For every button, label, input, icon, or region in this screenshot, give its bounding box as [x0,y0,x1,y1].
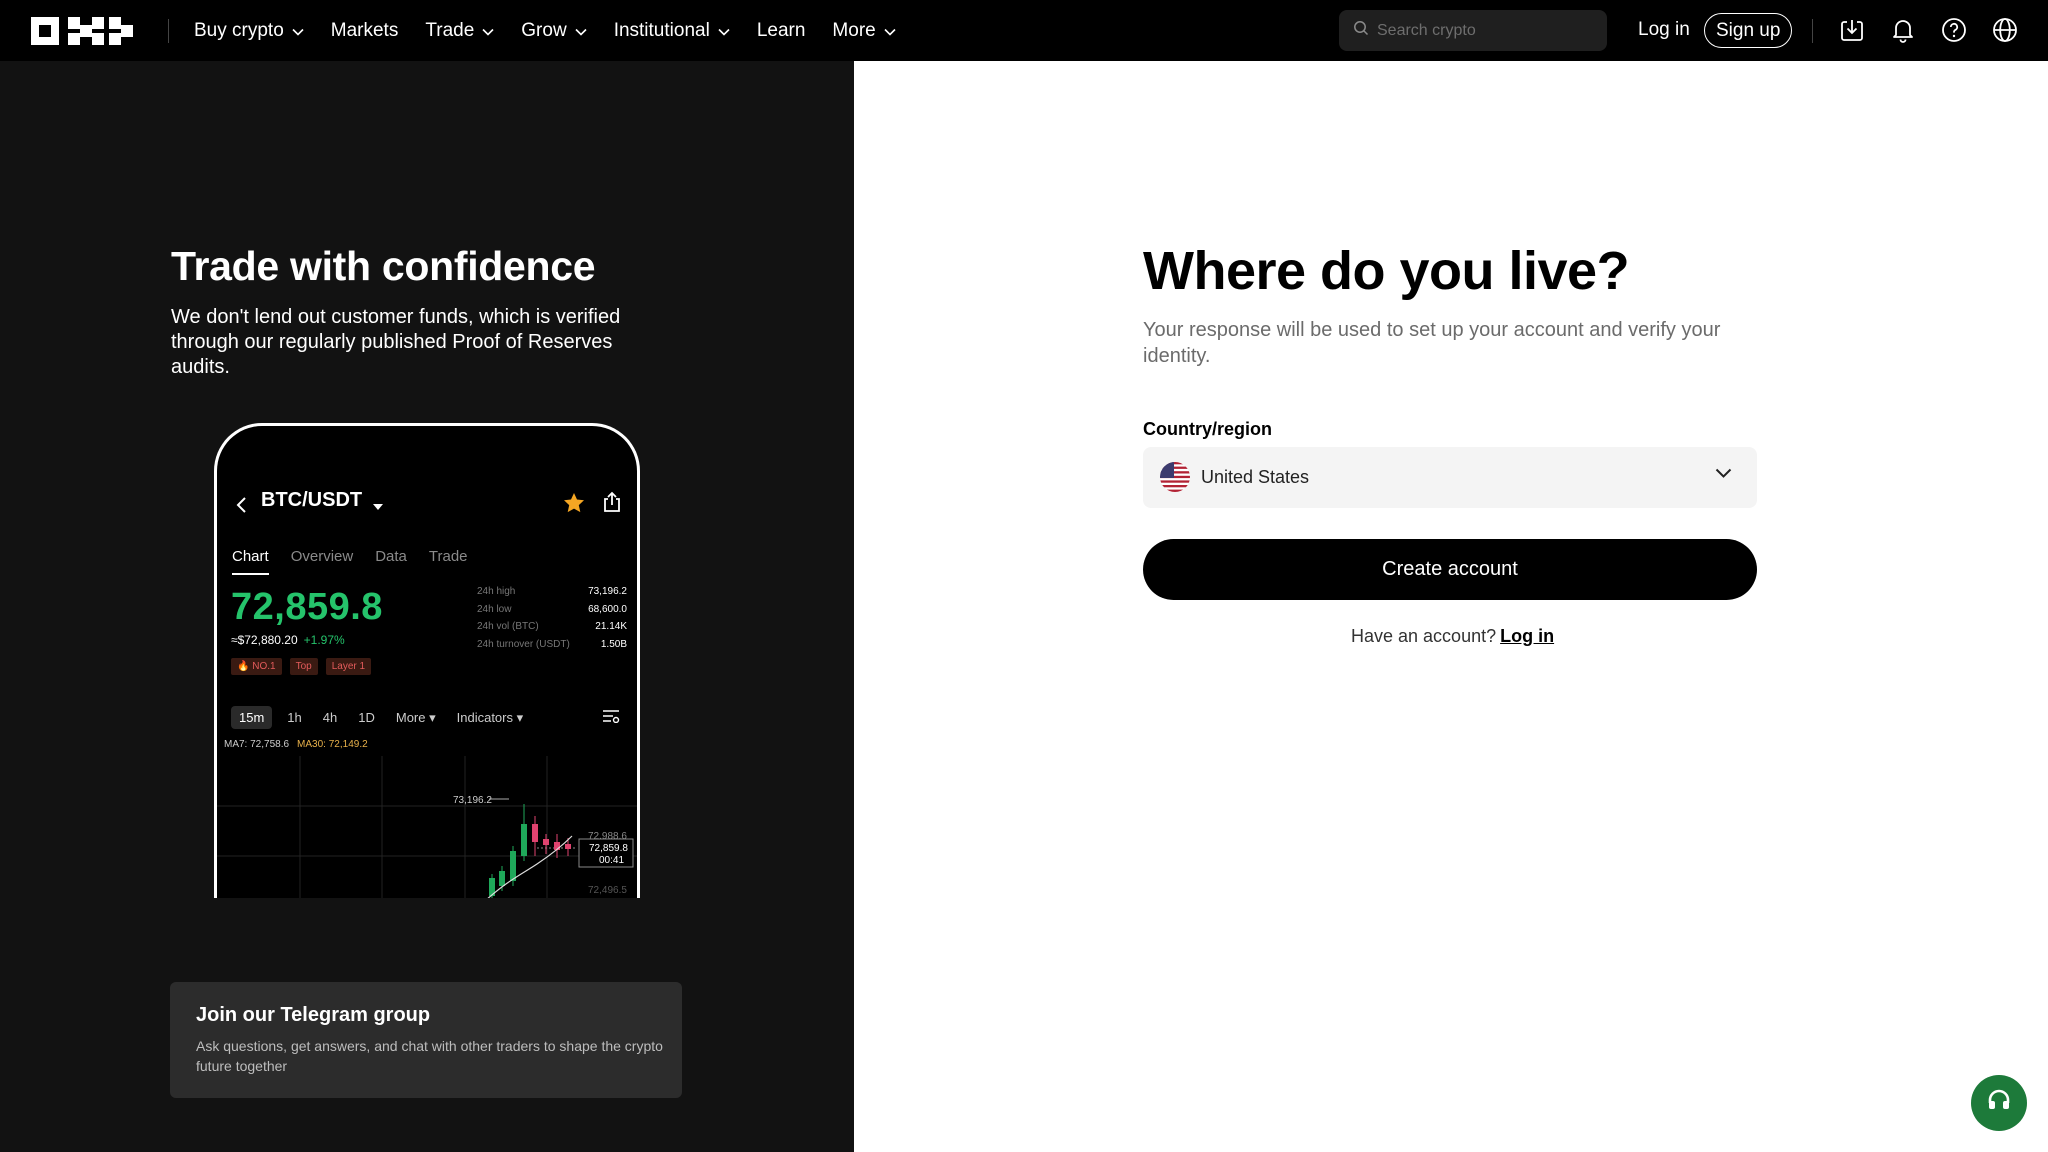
nav-login-link[interactable]: Log in [1638,19,1690,41]
interval-more: More ▾ [395,709,436,725]
page-description: Your response will be used to set up you… [1143,319,1721,367]
telegram-title: Join our Telegram group [196,1004,431,1026]
country-select[interactable]: United States [1143,447,1757,508]
headset-icon [1985,1087,2013,1120]
nav-item-markets[interactable]: Markets [331,20,399,42]
top-nav: Buy crypto Markets Trade Grow Institutio… [0,0,2048,61]
left-promo-panel: Trade with confidence We don't lend out … [0,61,854,1152]
fiat-price: ≈$72,880.20 [231,633,298,647]
tag-layer1: Layer 1 [325,658,372,675]
globe-icon[interactable] [1991,16,2019,44]
search-icon [1353,20,1369,41]
stat-row: 24h low 68,600.0 [477,603,627,615]
candles [489,804,571,898]
share-icon [602,491,622,518]
star-icon [562,491,586,520]
nav-item-institutional[interactable]: Institutional [614,20,730,42]
signup-button[interactable]: Sign up [1704,13,1793,48]
nav-divider [1812,19,1813,43]
price-change: +1.97% [303,633,345,647]
have-account-text: Have an account? [1351,626,1497,646]
stat-row: 24h turnover (USDT) 1.50B [477,638,627,650]
have-account-row: Have an account? Log in [1351,626,1554,647]
phone-tabs: Chart Overview Data Trade [232,548,490,575]
interval-1d: 1D [358,710,375,725]
create-account-button[interactable]: Create account [1143,539,1757,600]
chevron-down-icon [482,20,494,42]
chevron-down-icon [292,20,304,42]
phone-tab-overview: Overview [290,548,354,565]
phone-mockup: BTC/USDT Chart Overview Data Trade 72,85… [214,423,640,898]
candlestick-chart: 73,196.2 72,988.6 72,496.5 72,859.8 00:4… [217,756,637,898]
tag-no1: 🔥 NO.1 [231,658,282,675]
nav-divider [168,19,169,43]
chart-level-label: 72,496.5 [588,885,627,896]
telegram-card[interactable]: Join our Telegram group Ask questions, g… [170,982,682,1098]
interval-1h: 1h [287,710,302,725]
support-chat-button[interactable] [1971,1075,2027,1131]
tag-top: Top [289,658,318,675]
phone-tab-data: Data [375,548,407,565]
country-field-label: Country/region [1143,419,1272,439]
nav-item-learn[interactable]: Learn [757,20,806,42]
telegram-description: Ask questions, get answers, and chat wit… [196,1038,663,1074]
interval-4h: 4h [322,710,338,725]
phone-tab-trade: Trade [428,548,468,565]
chart-peak-label: 73,196.2 [453,795,492,806]
search-input[interactable] [1377,21,1597,40]
nav-item-more[interactable]: More [832,20,896,42]
caret-down-icon [372,498,384,516]
chevron-down-icon [575,20,587,42]
okx-logo[interactable] [31,17,133,45]
login-link[interactable]: Log in [1500,626,1554,646]
back-arrow-icon [235,496,247,519]
promo-description: We don't lend out customer funds, which … [171,306,621,378]
promo-title: Trade with confidence [171,243,596,289]
nav-item-buy-crypto[interactable]: Buy crypto [194,20,304,42]
nav-menu: Buy crypto Markets Trade Grow Institutio… [194,0,923,61]
search-box[interactable] [1339,10,1607,51]
chart-countdown-label: 00:41 [599,855,624,866]
phone-stats: 24h high 73,196.2 24h low 68,600.0 24h vol… [477,586,627,656]
phone-tags: 🔥 NO.1 Top Layer 1 [231,658,379,675]
nav-item-trade[interactable]: Trade [425,20,494,42]
stat-row: 24h high 73,196.2 [477,586,627,597]
stat-row: 24h vol (BTC) 21.14K [477,621,627,632]
interval-indicators: Indicators ▾ [456,709,524,725]
chevron-down-icon[interactable] [1715,466,1732,484]
chevron-down-icon [884,20,896,42]
chevron-down-icon [718,20,730,42]
chart-current-label: 72,859.8 [589,843,628,854]
download-icon[interactable] [1838,16,1866,44]
phone-tab-chart: Chart [232,548,269,575]
selected-country: United States [1201,467,1310,487]
page-title: Where do you live? [1143,241,1630,301]
nav-item-grow[interactable]: Grow [521,20,587,42]
price-sub: ≈$72,880.20 +1.97% [231,633,345,647]
help-icon[interactable] [1940,16,1968,44]
bell-icon[interactable] [1889,16,1917,44]
trading-pair: BTC/USDT [261,489,363,511]
btc-price: 72,859.8 [231,586,383,628]
us-flag-icon [1160,462,1190,492]
